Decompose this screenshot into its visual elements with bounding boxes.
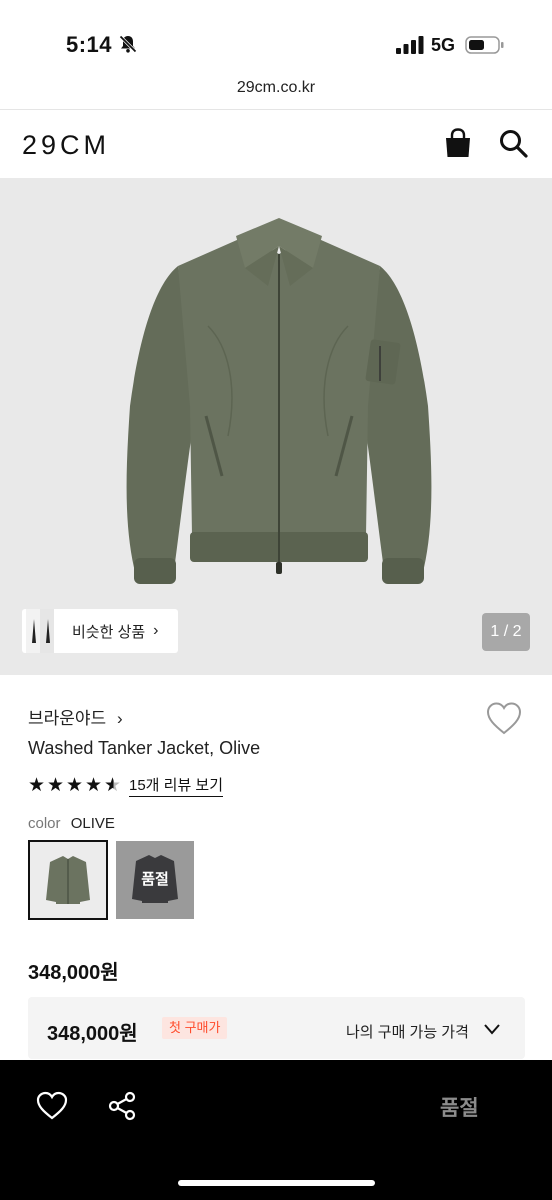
- site-logo[interactable]: 29CM: [22, 130, 110, 161]
- rating-stars: ★ ★ ★ ★ ★: [28, 775, 123, 797]
- first-purchase-price: 348,000원: [47, 1023, 138, 1045]
- share-icon[interactable]: [106, 1090, 138, 1122]
- home-indicator: [178, 1180, 375, 1186]
- star-icon: ★: [47, 774, 65, 796]
- star-icon: ★: [85, 774, 103, 796]
- browser-url-bar[interactable]: 29cm.co.kr: [0, 70, 552, 110]
- battery-icon: [465, 36, 504, 54]
- swatch-soldout-label: 품절: [141, 871, 169, 888]
- similar-products-label: 비슷한 상품: [72, 623, 146, 641]
- shopping-bag-icon[interactable]: [444, 128, 472, 158]
- color-value: OLIVE: [70, 815, 115, 832]
- heart-icon[interactable]: [36, 1091, 68, 1121]
- search-icon[interactable]: [498, 128, 528, 158]
- wishlist-heart-icon[interactable]: [486, 702, 522, 736]
- brand-link[interactable]: 브라운야드 ›: [28, 704, 123, 729]
- color-label: color: [28, 815, 61, 832]
- star-icon: ★: [28, 774, 46, 796]
- url-text: 29cm.co.kr: [236, 79, 316, 96]
- color-swatch-black[interactable]: 품절: [116, 841, 194, 919]
- status-time: 5:14: [66, 32, 113, 57]
- my-price-label: 나의 구매 가능 가격: [346, 1024, 469, 1041]
- bottom-action-bar: 품절: [0, 1060, 552, 1200]
- brand-name: 브라운야드: [28, 709, 107, 728]
- soldout-buy-button[interactable]: 품절: [440, 1092, 479, 1122]
- product-photo-jacket: [126, 218, 432, 584]
- product-image-gallery[interactable]: 비슷한 상품 › 1 / 2: [0, 178, 552, 675]
- similar-products-thumbnail: [22, 609, 72, 653]
- chevron-right-icon: ›: [153, 622, 159, 639]
- signal-icon: [396, 36, 424, 54]
- chevron-right-icon: ›: [116, 709, 123, 728]
- first-purchase-badge: 첫 구매가: [162, 1017, 228, 1039]
- review-link[interactable]: 15개 리뷰 보기: [129, 774, 224, 797]
- color-swatch-olive[interactable]: [28, 840, 108, 920]
- rating-row: ★ ★ ★ ★ ★ 15개 리뷰 보기: [28, 774, 224, 797]
- similar-products-button[interactable]: 비슷한 상품 ›: [22, 609, 178, 653]
- network-label: 5G: [431, 35, 456, 55]
- status-bar: 5:14 5G: [0, 0, 552, 70]
- gallery-page-indicator: 1 / 2: [482, 613, 530, 651]
- my-price-box[interactable]: 348,000원 첫 구매가 나의 구매 가능 가격: [28, 997, 525, 1059]
- product-price: 348,000원: [28, 962, 119, 984]
- color-row: color OLIVE: [28, 815, 115, 832]
- mute-bell-icon: [119, 35, 137, 53]
- product-name: Washed Tanker Jacket, Olive: [28, 738, 261, 758]
- site-header: 29CM: [0, 110, 552, 178]
- half-star-icon: ★: [104, 774, 122, 796]
- star-icon: ★: [66, 774, 84, 796]
- chevron-down-icon[interactable]: [482, 1019, 502, 1039]
